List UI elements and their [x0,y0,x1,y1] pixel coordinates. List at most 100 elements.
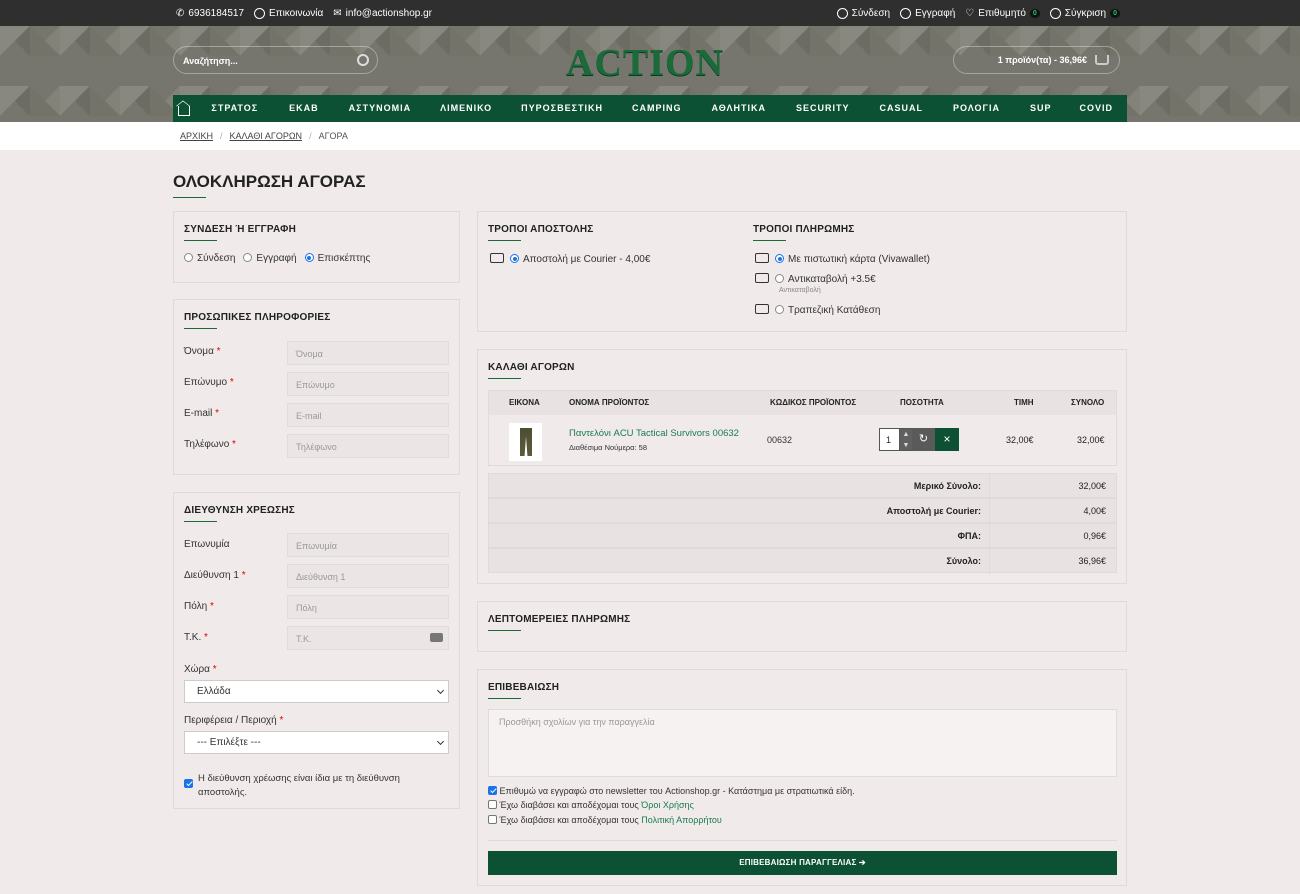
cart-box: ΚΑΛΑΘΙ ΑΓΟΡΩΝ ΕΙΚΟΝΑ ΟΝΟΜΑ ΠΡΟΪΟΝΤΟΣ ΚΩΔ… [477,349,1127,584]
heart-icon: ♡ [965,7,975,19]
radio-login[interactable]: Σύνδεση [184,253,235,264]
same-address-checkbox[interactable] [184,779,193,788]
billing-box: ΔΙΕΥΘΥΝΣΗ ΧΡΕΩΣΗΣ Επωνυμία Επωνυμία Διεύ… [173,492,460,809]
login-icon [836,7,848,19]
nav-home[interactable] [173,95,195,122]
chevron-down-icon[interactable]: ▼ [900,440,912,451]
country-select[interactable]: Ελλάδα [184,680,449,703]
cart-button[interactable]: 1 προϊόν(τα) - 36,96€ [953,46,1120,74]
logo[interactable]: ACTION [566,41,724,85]
nav-item-covid[interactable]: COVID [1065,95,1127,122]
terms-checkbox[interactable] [488,800,497,809]
remove-button[interactable]: × [935,428,959,451]
product-code: 00632 [767,435,793,445]
radio-register[interactable]: Εγγραφή [243,253,297,264]
account-box: ΣΥΝΔΕΣΗ Ή ΕΓΓΡΑΦΗ Σύνδεση Εγγραφή Επισκέ… [173,211,460,283]
email-link[interactable]: ✉ info@actionshop.gr [333,8,432,19]
search-icon[interactable] [357,54,369,66]
grand-total-row: Σύνολο: 36,96€ [488,548,1117,574]
nav-item-camping[interactable]: CAMPING [617,95,696,122]
privacy-link[interactable]: Πολιτική Απορρήτου [641,815,722,825]
nav-item-stratos[interactable]: ΣΤΡΑΤΟΣ [195,95,272,122]
company-label: Επωνυμία [184,539,230,550]
cart-table: ΕΙΚΟΝΑ ΟΝΟΜΑ ΠΡΟΪΟΝΤΟΣ ΚΩΔΙΚΟΣ ΠΡΟΪΟΝΤΟΣ… [488,390,1117,466]
product-image[interactable] [509,423,542,461]
company-input[interactable]: Επωνυμία [287,533,449,557]
email-input[interactable]: E-mail [287,403,449,427]
refresh-icon: ↻ [918,433,929,445]
top-bar: ✆ 6936184517 Επικοινωνία ✉ info@actionshop… [0,0,1300,26]
newsletter-checkbox[interactable] [488,786,497,795]
breadcrumb-home[interactable]: ΑΡΧΙΚΗ [180,131,213,141]
page-title: ΟΛΟΚΛΗΡΩΣΗ ΑΓΟΡΑΣ [173,172,366,198]
region-select[interactable]: --- Επιλέξτε --- [184,731,449,754]
edit-icon [900,7,912,19]
search-input[interactable]: Αναζήτηση... [173,46,378,74]
nav-item-ekav[interactable]: ΕΚΑΒ [272,95,333,122]
terms-option[interactable]: Έχω διαβάσει και αποδέχομαι τους Όροι Χρ… [488,800,694,810]
breadcrumb-current: ΑΓΟΡΑ [318,131,348,141]
newsletter-option[interactable]: Επιθυμώ να εγγραφώ στο newsletter του Ac… [488,786,855,796]
cash-icon [755,304,769,314]
wishlist-link[interactable]: ♡ Επιθυμητό 0 [965,8,1040,19]
postcode-input[interactable]: Τ.Κ. [287,626,449,650]
shipping-option-courier[interactable]: Αποστολή με Courier - 4,00€ [490,253,650,265]
card-icon [755,253,769,263]
col-total: ΣΥΝΟΛΟ [1071,398,1105,407]
shipping-title: ΤΡΟΠΟΙ ΑΠΟΣΤΟΛΗΣ [488,224,594,241]
nav-item-rologia[interactable]: ΡΟΛΟΓΙΑ [937,95,1014,122]
payment-title: ΤΡΟΠΟΙ ΠΛΗΡΩΜΗΣ [753,224,854,241]
autofill-icon[interactable] [430,633,443,642]
login-link[interactable]: Σύνδεση [836,7,890,19]
refresh-button[interactable]: ↻ [912,428,935,451]
quantity-input[interactable]: 1 [879,428,900,451]
privacy-checkbox[interactable] [488,815,497,824]
payment-option-bank[interactable]: Τραπεζική Κατάθεση [755,304,880,316]
product-total: 32,00€ [1077,435,1105,445]
breadcrumb-cart[interactable]: ΚΑΛΑΘΙ ΑΓΟΡΩΝ [230,131,303,141]
subtotal-row: Μερικό Σύνολο: 32,00€ [488,473,1117,499]
firstname-input[interactable]: Όνομα [287,341,449,365]
comment-textarea[interactable]: Προσθήκη σχολίων για την παραγγελία [488,709,1117,777]
vat-row: ΦΠΑ: 0,96€ [488,523,1117,549]
nav-item-limeniko[interactable]: ΛΙΜΕΝΙΚΟ [425,95,506,122]
lastname-input[interactable]: Επώνυμο [287,372,449,396]
col-qty: ΠΟΣΟΤΗΤΑ [900,398,944,407]
home-icon [178,105,191,116]
postcode-label: Τ.Κ. * [184,632,208,643]
contact-link[interactable]: Επικοινωνία [254,7,323,19]
personal-box: ΠΡΟΣΩΠΙΚΕΣ ΠΛΗΡΟΦΟΡΙΕΣ Όνομα * Όνομα Επώ… [173,299,460,475]
nav-item-security[interactable]: SECURITY [780,95,864,122]
terms-link[interactable]: Όροι Χρήσης [641,800,694,810]
shipping-row: Αποστολή με Courier: 4,00€ [488,498,1117,524]
address-input[interactable]: Διεύθυνση 1 [287,564,449,588]
nav-item-sup[interactable]: SUP [1014,95,1066,122]
phone-input[interactable]: Τηλέφωνο [287,434,449,458]
confirm-order-button[interactable]: ΕΠΙΒΕΒΑΙΩΣΗ ΠΑΡΑΓΓΕΛΙΑΣ ➔ [488,851,1117,875]
billing-title: ΔΙΕΥΘΥΝΣΗ ΧΡΕΩΣΗΣ [184,505,295,522]
chevron-up-icon[interactable]: ▲ [900,429,912,440]
main-nav: ΣΤΡΑΤΟΣ ΕΚΑΒ ΑΣΤΥΝΟΜΙΑ ΛΙΜΕΝΙΚΟ ΠΥΡΟΣΒΕΣ… [173,95,1127,122]
register-link[interactable]: Εγγραφή [900,7,955,19]
nav-item-casual[interactable]: CASUAL [864,95,938,122]
account-title: ΣΥΝΔΕΣΗ Ή ΕΓΓΡΑΦΗ [184,224,296,241]
header: Αναζήτηση... ACTION 1 προϊόν(τα) - 36,96… [0,26,1300,122]
nav-item-astynomia[interactable]: ΑΣΤΥΝΟΜΙΑ [333,95,425,122]
product-price: 32,00€ [1006,435,1034,445]
radio-guest[interactable]: Επισκέπτης [304,253,370,264]
cart-title: ΚΑΛΑΘΙ ΑΓΟΡΩΝ [488,362,575,379]
compare-link[interactable]: Σύγκριση 0 [1049,7,1120,19]
nav-item-pyrosvestiki[interactable]: ΠΥΡΟΣΒΕΣΤΙΚΗ [506,95,617,122]
payment-details-box: ΛΕΠΤΟΜΕΡΕΙΕΣ ΠΛΗΡΩΜΗΣ [477,601,1127,652]
table-row: Παντελόνι ACU Tactical Survivors 00632 Δ… [489,415,1116,465]
credit-card-icon [755,273,769,283]
nav-item-athlitika[interactable]: ΑΘΛΗΤΙΚΑ [695,95,780,122]
payment-option-cod[interactable]: Αντικαταβολή +3.5€ [755,273,876,285]
mail-icon: ✉ [333,7,342,19]
phone-link[interactable]: ✆ 6936184517 [176,8,244,19]
privacy-option[interactable]: Έχω διαβάσει και αποδέχομαι τους Πολιτικ… [488,815,722,825]
city-input[interactable]: Πόλη [287,595,449,619]
product-name[interactable]: Παντελόνι ACU Tactical Survivors 00632 [569,428,739,439]
cod-subtext: Αντικαταβολή [779,287,821,294]
payment-option-card[interactable]: Με πιστωτική κάρτα (Vivawallet) [755,253,930,265]
